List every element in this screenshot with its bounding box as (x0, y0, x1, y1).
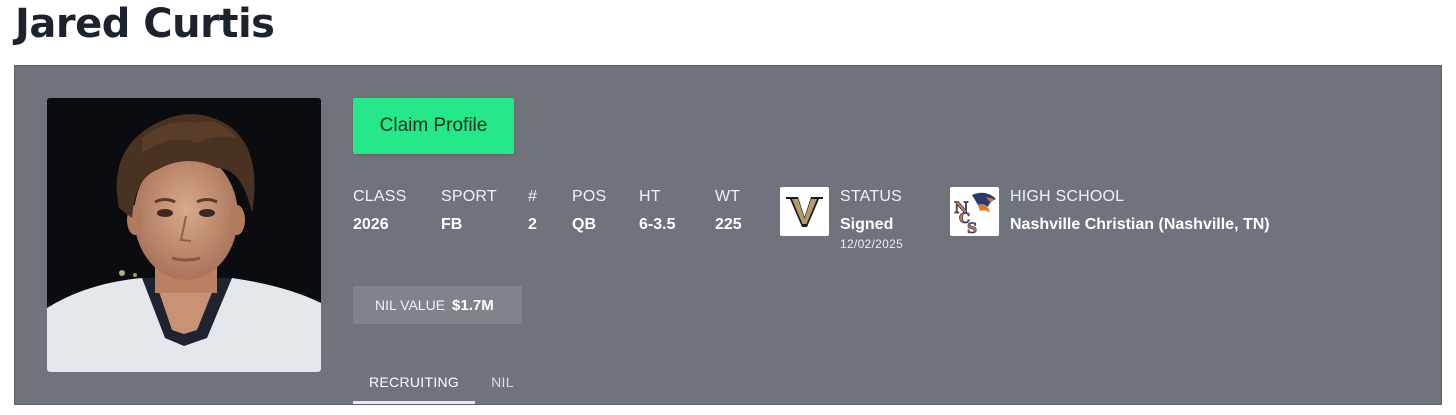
profile-panel: Claim Profile CLASS 2026 SPORT FB # 2 PO… (14, 65, 1442, 405)
stat-value: 225 (715, 216, 742, 233)
high-school-block: HIGH SCHOOL Nashville Christian (Nashvil… (1010, 188, 1270, 234)
high-school-value[interactable]: Nashville Christian (Nashville, TN) (1010, 216, 1270, 234)
nil-value-amount: $1.7M (452, 296, 494, 314)
claim-profile-button[interactable]: Claim Profile (353, 98, 514, 154)
stat-label: HT (639, 188, 661, 205)
player-photo (47, 98, 321, 372)
stat-label: POS (572, 188, 607, 205)
stat-position: POS QB (572, 188, 606, 234)
profile-tabs: RECRUITING NIL (353, 364, 530, 404)
stat-value: QB (572, 216, 596, 233)
status-block: STATUS Signed 12/02/2025 (840, 188, 903, 251)
tab-recruiting[interactable]: RECRUITING (353, 364, 476, 404)
page-title: Jared Curtis (15, 1, 275, 47)
stat-class: CLASS 2026 (353, 188, 406, 234)
high-school-label: HIGH SCHOOL (1010, 188, 1125, 205)
stat-height: HT 6-3.5 (639, 188, 675, 234)
nil-value-badge: NIL VALUE $1.7M (353, 286, 522, 324)
stat-value: 2 (528, 216, 537, 233)
stat-label: SPORT (441, 188, 497, 205)
stat-weight: WT 225 (715, 188, 742, 234)
stat-value: 6-3.5 (639, 216, 676, 233)
stat-label: CLASS (353, 188, 407, 205)
vanderbilt-v-logo-icon[interactable] (780, 187, 829, 236)
status-date: 12/02/2025 (840, 237, 904, 251)
stat-value: 2026 (353, 216, 389, 233)
stat-label: WT (715, 188, 741, 205)
tab-nil[interactable]: NIL (475, 364, 530, 404)
status-value: Signed (840, 216, 894, 233)
nil-value-label: NIL VALUE (375, 297, 446, 313)
stat-label: # (528, 188, 538, 205)
ncs-eagle-logo-icon[interactable]: N C S (950, 187, 999, 236)
stat-value: FB (441, 216, 463, 233)
stat-sport: SPORT FB (441, 188, 497, 234)
status-label: STATUS (840, 188, 902, 205)
stat-number: # 2 (528, 188, 537, 234)
svg-text:S: S (967, 221, 977, 236)
